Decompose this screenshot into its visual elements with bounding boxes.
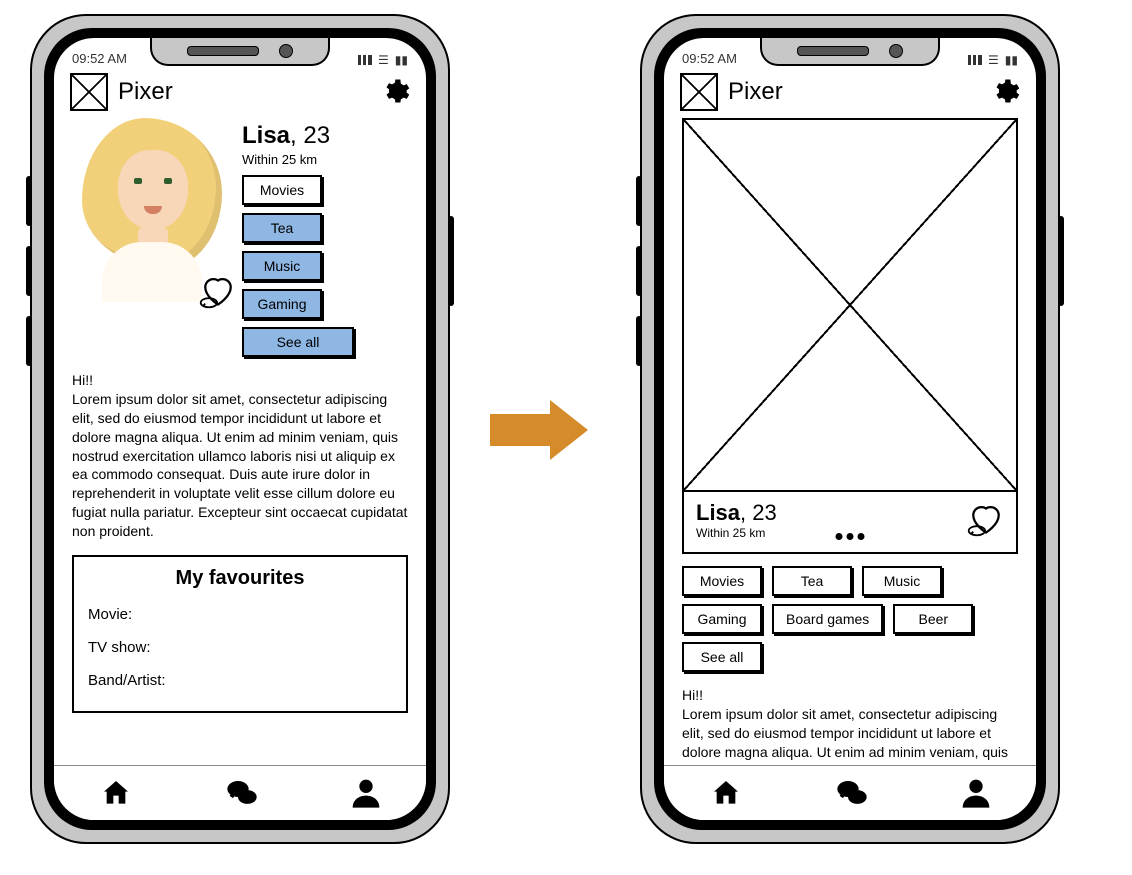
gear-icon [990, 77, 1020, 107]
signal-icon [968, 55, 982, 65]
profile-icon [960, 777, 992, 809]
nav-profile-button[interactable] [960, 777, 992, 809]
like-button[interactable] [964, 498, 1008, 538]
favourites-box: My favourites Movie: TV show: Band/Artis… [72, 555, 408, 713]
app-header: Pixer [54, 68, 426, 116]
settings-button[interactable] [990, 77, 1020, 107]
nav-home-button[interactable] [98, 777, 134, 809]
nav-chat-button[interactable] [222, 777, 262, 809]
wifi-icon: ☰ [988, 54, 999, 66]
bottom-nav [664, 765, 1036, 820]
favourite-tvshow-row: TV show: [88, 631, 392, 664]
home-icon [98, 777, 134, 809]
gear-icon [380, 77, 410, 107]
tag-movies[interactable]: Movies [682, 566, 762, 596]
profile-name-line: Lisa, 23 [242, 122, 408, 150]
profile-greeting: Hi!! [72, 371, 408, 390]
nav-home-button[interactable] [708, 777, 744, 809]
profile-age: 23 [752, 500, 776, 525]
heart-chat-icon [964, 498, 1008, 538]
profile-card[interactable]: Lisa, 23 Within 25 km [682, 118, 1018, 554]
profile-photo-placeholder[interactable] [684, 120, 1016, 492]
profile-name: Lisa [696, 500, 740, 525]
profile-age: 23 [303, 122, 330, 149]
tag-tea[interactable]: Tea [242, 213, 322, 243]
app-logo-icon[interactable] [70, 73, 108, 111]
profile-greeting: Hi!! [682, 686, 1018, 705]
settings-button[interactable] [380, 77, 410, 107]
profile-bio: Lorem ipsum dolor sit amet, consectetur … [682, 705, 1018, 766]
profile-icon [350, 777, 382, 809]
tag-music[interactable]: Music [862, 566, 942, 596]
tag-boardgames[interactable]: Board games [772, 604, 883, 634]
status-time: 09:52 AM [72, 51, 127, 66]
signal-icon [358, 55, 372, 65]
pagination-dots[interactable] [836, 533, 865, 540]
favourites-title: My favourites [88, 567, 392, 590]
tag-music[interactable]: Music [242, 251, 322, 281]
status-time: 09:52 AM [682, 51, 737, 66]
nav-profile-button[interactable] [350, 777, 382, 809]
favourite-movie-row: Movie: [88, 598, 392, 631]
see-all-button[interactable]: See all [242, 327, 354, 357]
nav-chat-button[interactable] [832, 777, 872, 809]
tag-tea[interactable]: Tea [772, 566, 852, 596]
favourite-band-row: Band/Artist: [88, 664, 392, 697]
phone-notch [760, 38, 940, 66]
home-icon [708, 777, 744, 809]
app-header: Pixer [664, 68, 1036, 116]
chat-icon [832, 777, 872, 809]
phone-notch [150, 38, 330, 66]
wifi-icon: ☰ [378, 54, 389, 66]
app-title: Pixer [728, 78, 980, 106]
like-button[interactable] [196, 270, 240, 310]
profile-avatar[interactable] [72, 114, 232, 304]
profile-bio: Lorem ipsum dolor sit amet, consectetur … [72, 390, 408, 541]
profile-name-line: Lisa, 23 [696, 500, 1004, 526]
profile-name: Lisa [242, 122, 290, 149]
tag-gaming[interactable]: Gaming [242, 289, 322, 319]
transition-arrow-icon [490, 400, 588, 460]
tag-gaming[interactable]: Gaming [682, 604, 762, 634]
battery-icon: ▮▮ [395, 54, 408, 66]
chat-icon [222, 777, 262, 809]
app-title: Pixer [118, 78, 370, 106]
phone-right: 09:52 AM ☰ ▮▮ Pixer [640, 14, 1060, 844]
profile-distance: Within 25 km [242, 152, 408, 167]
tag-beer[interactable]: Beer [893, 604, 973, 634]
see-all-button[interactable]: See all [682, 642, 762, 672]
tag-movies[interactable]: Movies [242, 175, 322, 205]
bottom-nav [54, 765, 426, 820]
battery-icon: ▮▮ [1005, 54, 1018, 66]
app-logo-icon[interactable] [680, 73, 718, 111]
phone-left: 09:52 AM ☰ ▮▮ Pixer [30, 14, 450, 844]
heart-chat-icon [196, 270, 240, 310]
